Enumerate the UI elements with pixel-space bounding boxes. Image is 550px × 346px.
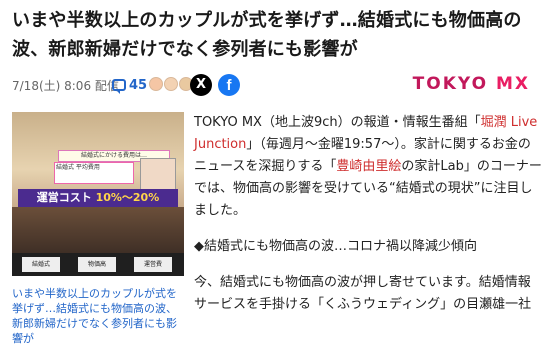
thumbnail-presenter — [140, 158, 176, 190]
thumbnail-scene — [12, 207, 184, 253]
reaction-faces — [149, 77, 194, 91]
article-thumbnail[interactable]: 結婚式にかける費用は… 結婚式 平均費用 運営コスト 10%〜20% 結婚式 物… — [12, 112, 184, 276]
article-subheading: ◆結婚式にも物価高の波…コロナ禍以降減少傾向 — [194, 239, 477, 254]
publisher-logo-tokyo: TOKYO — [412, 74, 489, 94]
thumbnail-tag: 運営費 — [134, 257, 172, 272]
publisher-logo[interactable]: TOKYO MX — [413, 74, 530, 94]
article-body: TOKYO MX（地上波9ch）の報道・情報生番組「堀潤 Live Juncti… — [194, 112, 542, 330]
thumbnail-caption: いまや半数以上のカップルが式を挙げず…結婚式にも物価高の波、新郎新婦だけでなく参… — [12, 287, 177, 345]
facebook-logo-icon: f — [226, 77, 232, 94]
publisher-logo-mx: MX — [495, 74, 530, 94]
article-paragraph: 今、結婚式にも物価高の波が押し寄せています。結婚情報サービスを手掛ける「くふうウ… — [194, 275, 532, 312]
publish-date: 7/18(土) 8:06 配信 — [12, 79, 119, 93]
x-logo-icon: X — [195, 77, 207, 92]
article-text: TOKYO MX（地上波9ch）の報道・情報生番組「 — [194, 115, 481, 130]
comments-link[interactable]: 45 — [112, 74, 147, 96]
share-x-button[interactable]: X — [190, 74, 212, 96]
article-headline: いまや半数以上のカップルが式を挙げず…結婚式にも物価高の波、新郎新婦だけでなく参… — [12, 10, 522, 60]
thumbnail-cost-banner: 運営コスト 10%〜20% — [18, 189, 178, 207]
article-meta: 7/18(土) 8:06 配信 45 X f TOKYO MX — [12, 74, 542, 98]
reaction-face-icon — [164, 77, 178, 91]
article-thumbnail-block: 結婚式にかける費用は… 結婚式 平均費用 運営コスト 10%〜20% 結婚式 物… — [12, 112, 184, 346]
share-facebook-button[interactable]: f — [218, 74, 240, 96]
thumbnail-cost-range: 10%〜20% — [95, 191, 160, 204]
thumbnail-strip: 結婚式 物価高 運営費 — [12, 253, 184, 276]
thumbnail-tag: 物価高 — [78, 257, 116, 272]
thumbnail-cost-label: 運営コスト — [36, 191, 92, 204]
article-paragraph: TOKYO MX（地上波9ch）の報道・情報生番組「堀潤 Live Juncti… — [194, 112, 542, 222]
reaction-face-icon — [149, 77, 163, 91]
comment-icon — [112, 79, 126, 94]
presenter-link[interactable]: 豊崎由里絵 — [336, 159, 401, 174]
comment-count: 45 — [129, 77, 148, 93]
thumbnail-tag: 結婚式 — [22, 257, 60, 272]
thumbnail-info-box: 結婚式 平均費用 — [54, 162, 134, 184]
